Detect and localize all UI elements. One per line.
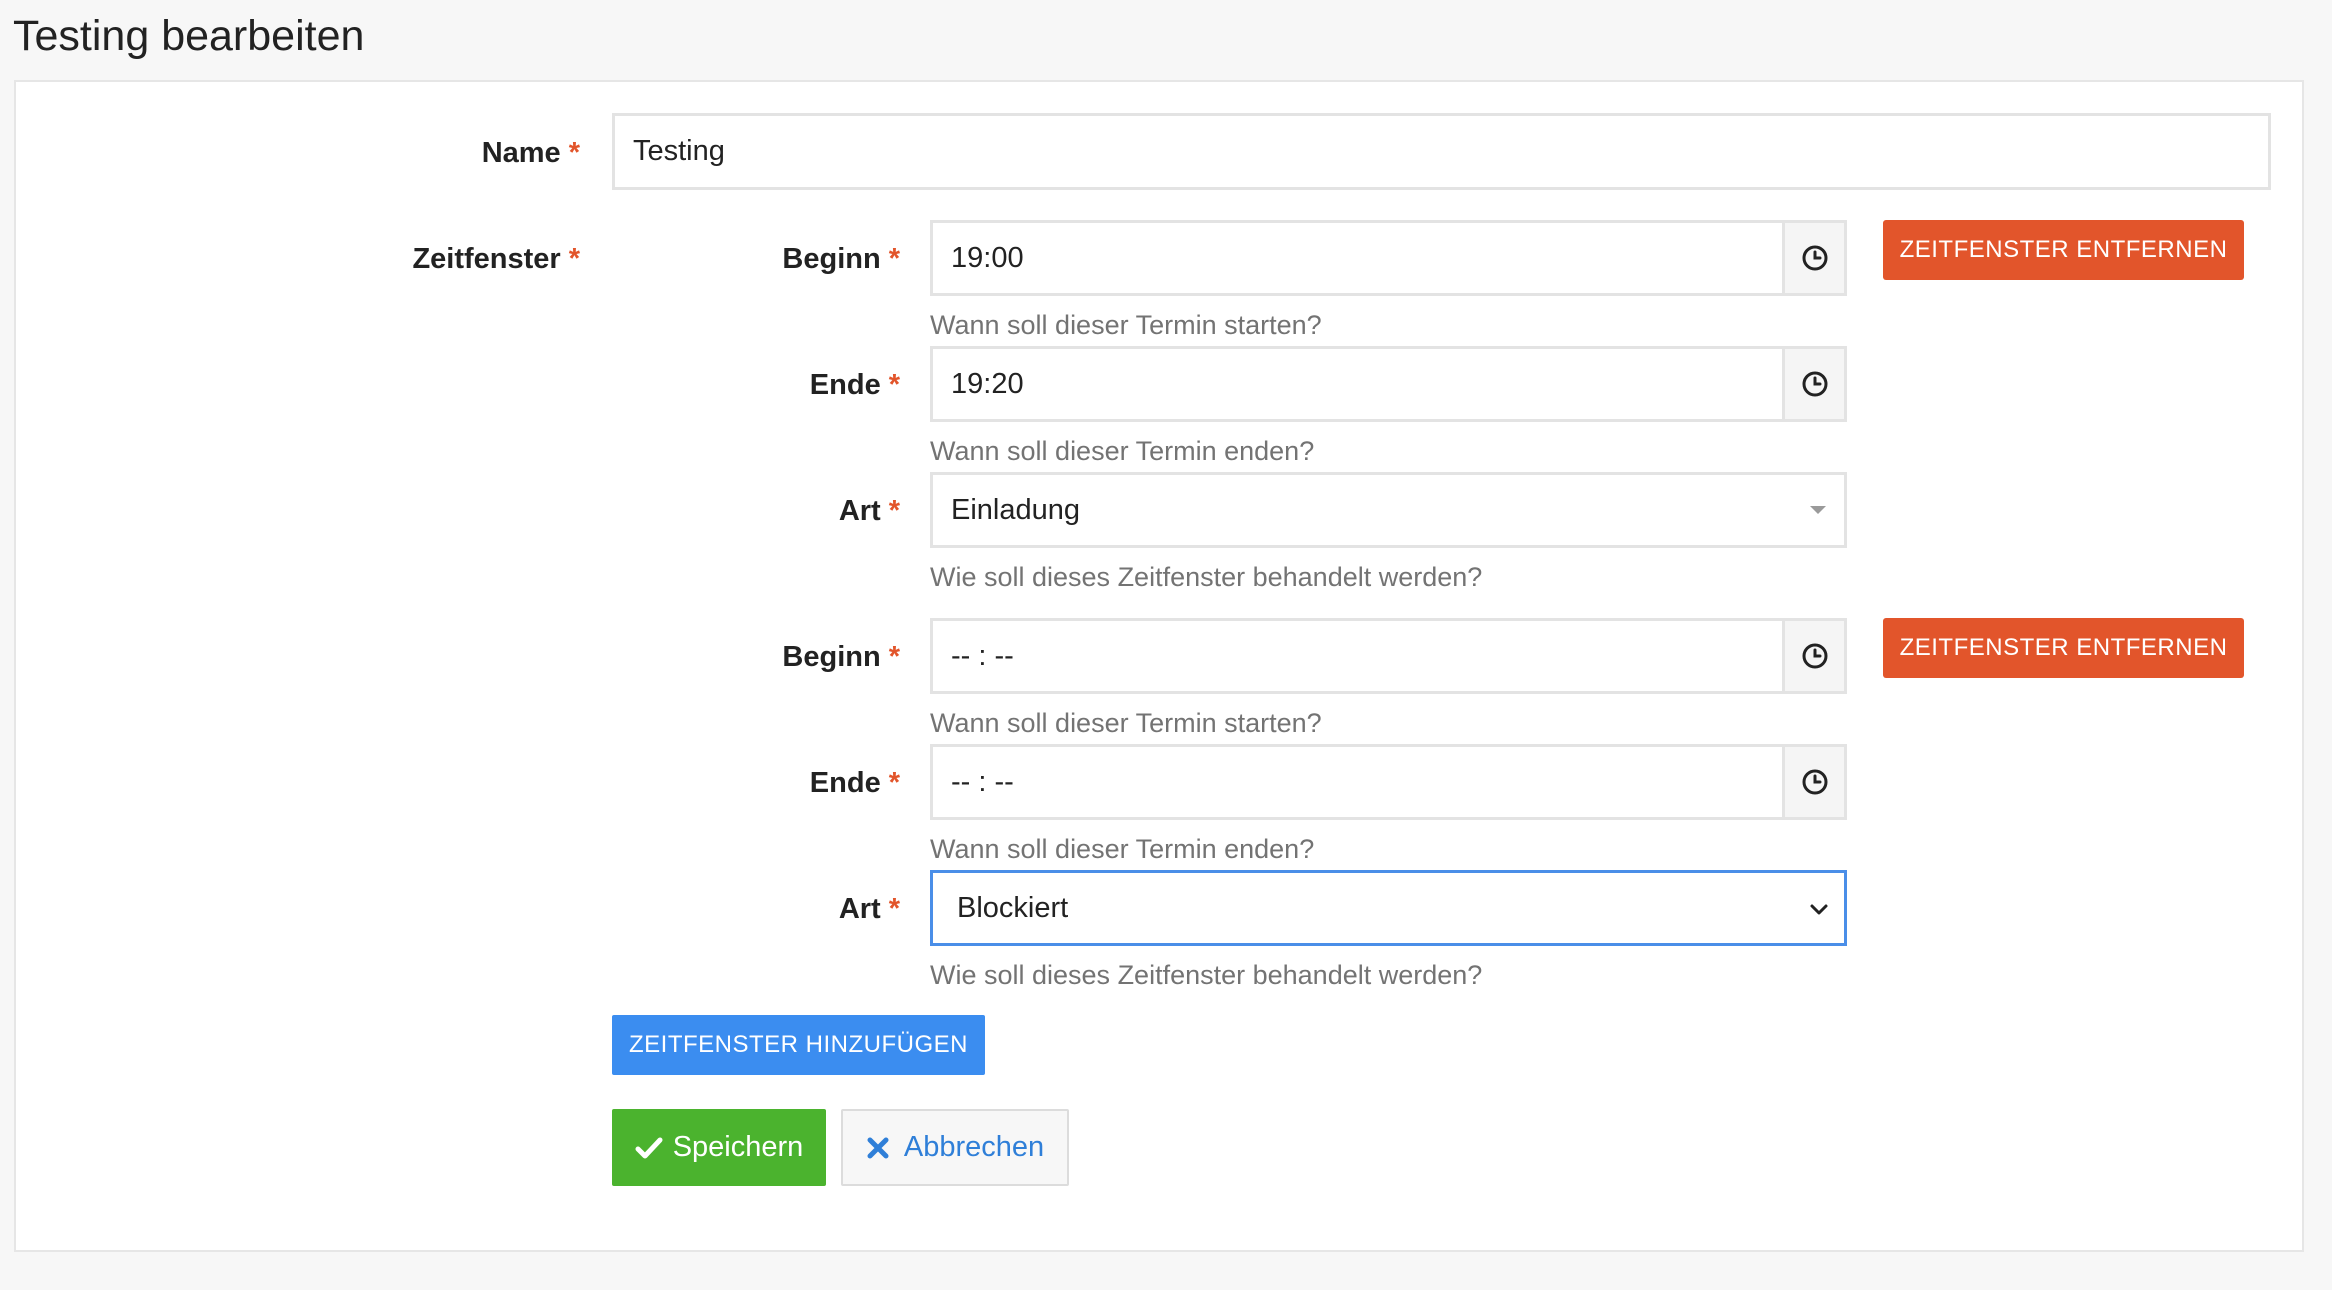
- slot2-type-label: Art *: [838, 893, 900, 925]
- slot2-remove-button[interactable]: ZEITFENSTER ENTFERNEN: [1883, 618, 2244, 678]
- name-input[interactable]: Testing: [612, 113, 2271, 190]
- slot2-end-time-button[interactable]: [1782, 744, 1847, 820]
- clock-icon: [1802, 643, 1827, 669]
- slot2-begin-input[interactable]: -- : --: [930, 618, 1785, 694]
- clock-icon: [1802, 769, 1827, 795]
- slot1-begin-label: Beginn *: [782, 243, 900, 275]
- slot2-end-label: Ende *: [809, 767, 900, 799]
- caret-down-icon: [1810, 506, 1826, 514]
- cancel-button[interactable]: Abbrechen: [841, 1109, 1069, 1186]
- clock-icon: [1802, 371, 1827, 397]
- x-icon: [867, 1137, 889, 1158]
- slot1-type-select[interactable]: Einladung: [930, 472, 1847, 548]
- slot2-type-help: Wie soll dieses Zeitfenster behandelt we…: [930, 960, 1483, 990]
- check-icon: [635, 1137, 663, 1158]
- slot1-type-label: Art *: [838, 495, 900, 527]
- slot2-end-help: Wann soll dieser Termin enden?: [930, 834, 1315, 864]
- slot1-end-help: Wann soll dieser Termin enden?: [930, 436, 1315, 466]
- clock-icon: [1802, 245, 1827, 271]
- slot1-remove-button[interactable]: ZEITFENSTER ENTFERNEN: [1883, 220, 2244, 280]
- slot1-begin-input[interactable]: 19:00: [930, 220, 1785, 296]
- slot2-begin-time-button[interactable]: [1782, 618, 1847, 694]
- slot2-begin-label: Beginn *: [782, 641, 900, 673]
- slot2-begin-help: Wann soll dieser Termin starten?: [930, 708, 1322, 738]
- slot1-begin-time-button[interactable]: [1782, 220, 1847, 296]
- chevron-down-icon: [1810, 904, 1828, 915]
- zeitfenster-label: Zeitfenster *: [412, 243, 580, 275]
- page-title: Testing bearbeiten: [13, 12, 365, 60]
- cancel-label: Abbrechen: [903, 1131, 1045, 1163]
- slot1-end-label: Ende *: [809, 369, 900, 401]
- slot1-end-time-button[interactable]: [1782, 346, 1847, 422]
- name-label: Name *: [481, 137, 580, 169]
- slot1-type-help: Wie soll dieses Zeitfenster behandelt we…: [930, 562, 1483, 592]
- slot1-begin-help: Wann soll dieser Termin starten?: [930, 310, 1322, 340]
- add-slot-button[interactable]: ZEITFENSTER HINZUFÜGEN: [612, 1015, 985, 1075]
- slot1-end-input[interactable]: 19:20: [930, 346, 1785, 422]
- slot2-end-input[interactable]: -- : --: [930, 744, 1785, 820]
- save-button[interactable]: Speichern: [612, 1109, 826, 1186]
- slot2-type-select[interactable]: Blockiert: [930, 870, 1847, 946]
- save-label: Speichern: [672, 1131, 804, 1163]
